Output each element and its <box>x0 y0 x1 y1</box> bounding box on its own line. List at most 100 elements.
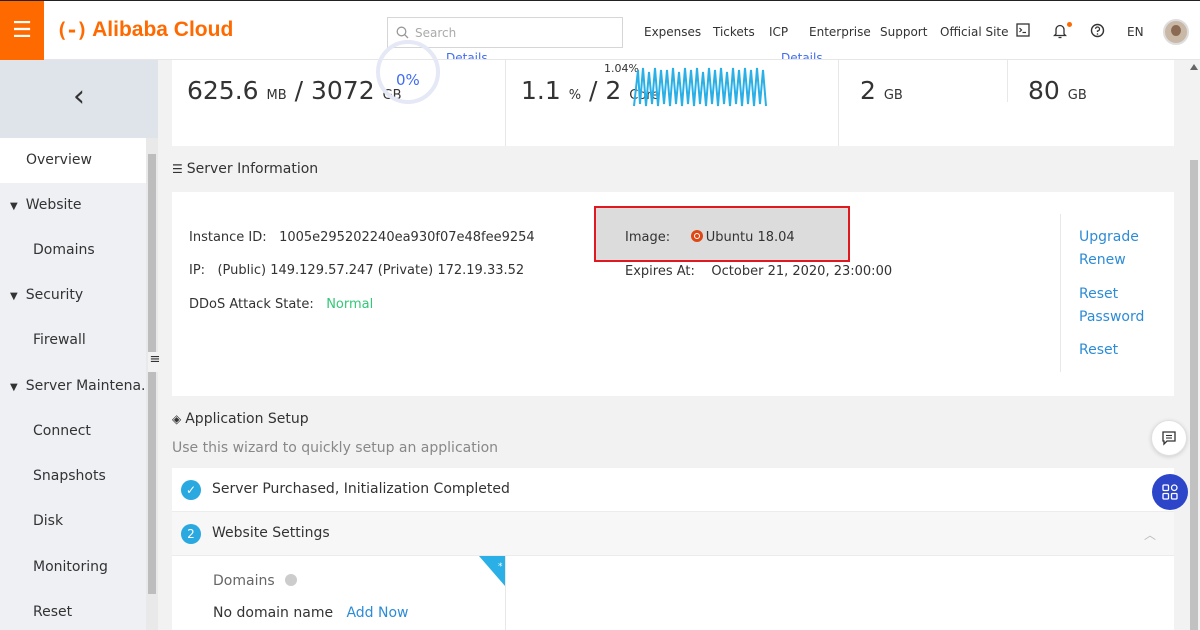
sidebar-item-firewall[interactable]: Firewall <box>0 318 146 363</box>
reset-password-link-2[interactable]: Password <box>1079 309 1144 325</box>
divider <box>1007 60 1008 102</box>
nav-official-site[interactable]: Official Site <box>940 25 1009 39</box>
help-icon[interactable] <box>1090 23 1105 42</box>
apps-button[interactable] <box>1152 474 1188 510</box>
sidebar-item-label: Reset <box>33 604 73 620</box>
add-now-link[interactable]: Add Now <box>346 605 408 621</box>
nav-enterprise[interactable]: Enterprise <box>809 25 871 39</box>
no-domain-text: No domain name <box>213 605 334 621</box>
sidebar-item-label: Snapshots <box>33 468 106 484</box>
sidebar-item-label: Connect <box>33 423 91 439</box>
disk-unit: GB <box>1067 88 1087 103</box>
terminal-icon[interactable] <box>1016 23 1030 41</box>
svg-text:*: * <box>498 562 503 572</box>
chat-icon <box>1162 431 1176 446</box>
step-number: 2 <box>181 524 201 544</box>
donut-percent: 0% <box>396 71 420 89</box>
cpu-total: 2 <box>605 76 622 105</box>
language-switch[interactable]: EN <box>1127 25 1144 39</box>
upgrade-link[interactable]: Upgrade <box>1079 229 1139 245</box>
page-scroll-thumb[interactable] <box>1190 160 1198 630</box>
sidebar-item-reset[interactable]: Reset <box>0 590 146 630</box>
sidebar-item-label: Website <box>25 197 82 213</box>
nav-expenses[interactable]: Expenses <box>644 25 701 39</box>
bell-icon[interactable] <box>1052 23 1068 43</box>
search-input[interactable] <box>415 25 605 40</box>
feedback-button[interactable] <box>1151 420 1187 456</box>
divider <box>838 60 839 146</box>
reset-link[interactable]: Reset <box>1079 342 1118 358</box>
back-icon[interactable]: ‹ <box>0 60 158 138</box>
ram-size: 2 GB <box>860 76 903 105</box>
sidebar-item-overview[interactable]: Overview <box>0 138 146 183</box>
ddos-status: Normal <box>326 297 374 312</box>
cpu-unit: % <box>568 88 582 103</box>
section-title-text: Server Information <box>186 161 319 177</box>
step-website-settings[interactable]: 2 Website Settings ︿ <box>172 512 1174 556</box>
step-server-purchased[interactable]: ✓ Server Purchased, Initialization Compl… <box>172 468 1174 512</box>
logo-text: Alibaba Cloud <box>92 18 234 41</box>
details-link[interactable]: Details <box>446 51 488 59</box>
avatar[interactable] <box>1163 19 1189 45</box>
memory-total: 3072 <box>311 76 375 105</box>
ip-row: IP: (Public) 149.129.57.247 (Private) 17… <box>189 263 524 278</box>
instance-id-label: Instance ID: <box>189 230 267 245</box>
sidebar-group-server-maintenance[interactable]: ▼ Server Maintena... <box>0 364 146 409</box>
menu-icon[interactable]: ☰ <box>0 1 44 60</box>
disk-size: 80 GB <box>1028 76 1087 105</box>
sidebar-item-label: Monitoring <box>33 559 108 575</box>
sidebar-item-domains[interactable]: Domains <box>0 228 146 273</box>
sidebar-item-label: Disk <box>33 513 64 529</box>
list-icon: ☰ <box>172 162 183 176</box>
sidebar-item-connect[interactable]: Connect <box>0 409 146 454</box>
apps-grid-icon <box>1162 484 1178 500</box>
sidebar-item-monitoring[interactable]: Monitoring <box>0 545 146 590</box>
nav-tickets[interactable]: Tickets <box>713 25 755 39</box>
chevron-up-icon[interactable]: ︿ <box>1144 526 1156 543</box>
sidebar-group-website[interactable]: ▼ Website <box>0 183 146 228</box>
divider <box>505 556 506 630</box>
collapse-sidebar-icon[interactable]: ≡ <box>148 352 162 372</box>
renew-link[interactable]: Renew <box>1079 252 1126 268</box>
alibaba-cloud-logo[interactable]: (-) Alibaba Cloud <box>56 18 233 42</box>
sidebar: ‹ Overview ▼ Website Domains ▼ Security Fi… <box>0 60 158 630</box>
sidebar-item-label: Firewall <box>33 332 86 348</box>
sidebar-item-snapshots[interactable]: Snapshots <box>0 454 146 499</box>
nav-support[interactable]: Support <box>880 25 927 39</box>
ddos-row: DDoS Attack State: Normal <box>189 297 373 312</box>
sidebar-group-security[interactable]: ▼ Security <box>0 273 146 318</box>
expires-row: Expires At: October 21, 2020, 23:00:00 <box>625 264 892 279</box>
layers-icon: ◈ <box>172 412 182 426</box>
logo-mark-icon: (-) <box>56 18 88 42</box>
domains-label: Domains <box>213 573 275 589</box>
sidebar-scroll-thumb[interactable] <box>148 154 156 594</box>
image-row: Image: Ubuntu 18.04 <box>625 230 795 245</box>
notification-dot <box>1067 22 1072 27</box>
caret-down-icon: ▼ <box>10 291 18 302</box>
instance-id-value: 1005e295202240ea930f07e48fee9254 <box>279 230 535 245</box>
details-link[interactable]: Details <box>781 51 823 59</box>
sidebar-item-disk[interactable]: Disk <box>0 499 146 544</box>
setup-hint: Use this wizard to quickly setup an appl… <box>172 440 499 456</box>
nav-icp[interactable]: ICP <box>769 25 788 39</box>
disk-value: 80 <box>1028 76 1060 105</box>
expires-value: October 21, 2020, 23:00:00 <box>711 264 893 279</box>
cpu-sparkline <box>633 67 767 107</box>
info-icon[interactable] <box>285 574 298 586</box>
sidebar-item-label: Domains <box>33 242 95 258</box>
ram-unit: GB <box>883 88 903 103</box>
memory-value: 625.6 <box>187 76 259 105</box>
domains-label-row: Domains <box>213 573 298 589</box>
scroll-up-arrow-icon[interactable] <box>1190 64 1198 70</box>
instance-id-row: Instance ID: 1005e295202240ea930f07e48fe… <box>189 230 535 245</box>
application-setup-title: ◈ Application Setup <box>172 411 309 427</box>
reset-password-link[interactable]: Reset <box>1079 286 1118 302</box>
ubuntu-icon <box>690 230 703 242</box>
server-information-title: ☰ Server Information <box>172 161 318 177</box>
ddos-label: DDoS Attack State: <box>189 297 314 312</box>
search-icon <box>396 26 409 39</box>
sidebar-item-label: Server Maintena... <box>25 378 146 394</box>
memory-usage: 625.6 MB / 3072 GB <box>187 76 402 105</box>
expires-label: Expires At: <box>625 264 695 279</box>
image-value: Ubuntu 18.04 <box>705 230 795 245</box>
